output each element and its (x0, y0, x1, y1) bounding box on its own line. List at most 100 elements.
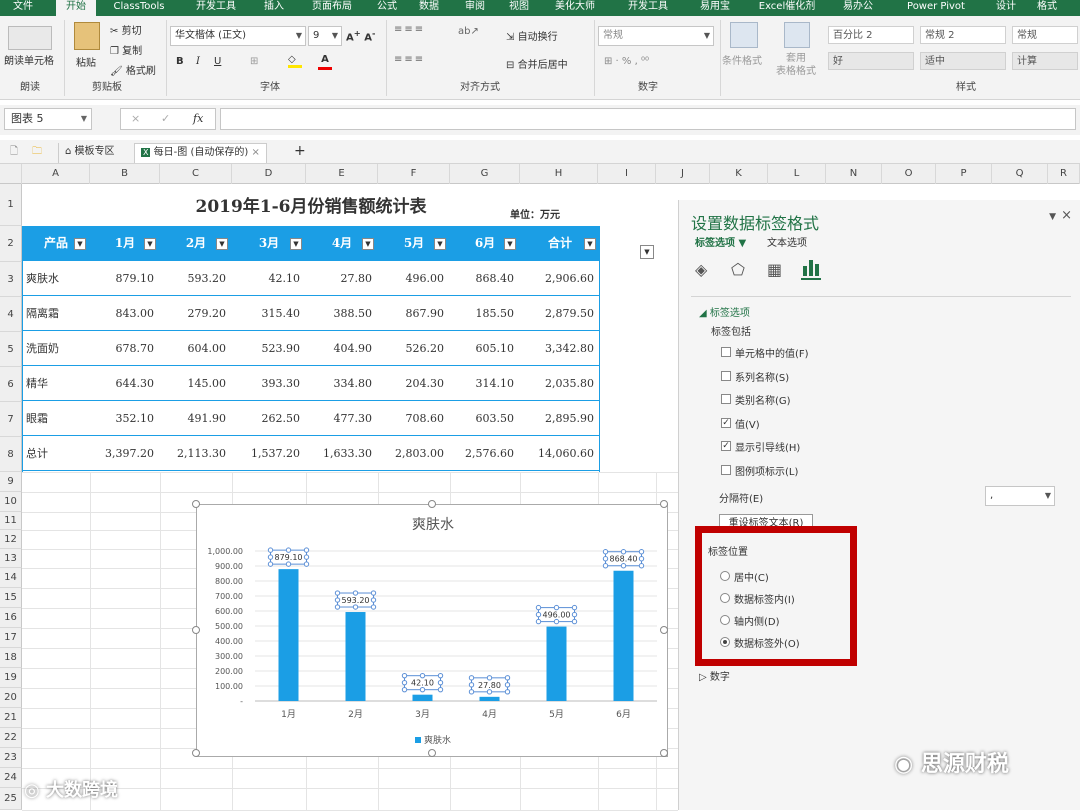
percent-icon[interactable]: ⊞ · % , ⁰⁰ (604, 56, 649, 67)
value-cell[interactable]: 1,537.20 (232, 436, 306, 471)
grow-font-icon[interactable]: A+ A- (346, 28, 375, 43)
value-cell[interactable]: 352.10 (90, 401, 160, 436)
tab-label-options[interactable]: 标签选项 ▼ (695, 234, 746, 249)
value-cell[interactable]: 279.20 (160, 296, 232, 331)
value-cell[interactable]: 2,113.30 (160, 436, 232, 471)
column-header[interactable]: N (826, 164, 882, 184)
paste-icon[interactable] (74, 22, 100, 50)
column-header[interactable]: A (22, 164, 90, 184)
underline-icon[interactable]: U (214, 56, 221, 67)
ribbon-tab[interactable]: 审阅 (458, 0, 492, 16)
value-cell[interactable]: 603.50 (450, 401, 520, 436)
orientation-icon[interactable]: ab↗ (458, 26, 479, 37)
value-cell[interactable]: 477.30 (306, 401, 378, 436)
row-header[interactable]: 3 (0, 262, 22, 297)
row-header[interactable]: 1 (0, 184, 22, 226)
checkbox[interactable] (721, 394, 731, 404)
ribbon-tab[interactable]: 开发工具 (186, 0, 246, 16)
read-cell-button[interactable]: 朗读单元格 (4, 52, 54, 67)
value-cell[interactable]: 3,342.80 (520, 331, 600, 366)
fill-line-icon[interactable]: ◈ (695, 260, 707, 279)
radio-button[interactable] (720, 571, 730, 581)
value-cell[interactable]: 27.80 (306, 261, 378, 296)
new-file-icon[interactable]: 🗋 (4, 143, 24, 163)
filter-dropdown-icon[interactable]: ▼ (216, 238, 228, 250)
radio-button[interactable] (720, 593, 730, 603)
ribbon-tab[interactable]: 开始 (56, 0, 96, 16)
fill-color-icon[interactable]: ◇ (288, 54, 302, 68)
formula-input[interactable] (220, 108, 1076, 130)
row-header[interactable]: 10 (0, 492, 22, 512)
value-cell[interactable]: 496.00 (378, 261, 450, 296)
separator-select[interactable]: , ▼ (985, 486, 1055, 506)
ribbon-tab[interactable]: 格式 (1030, 0, 1064, 16)
value-cell[interactable]: 879.10 (90, 261, 160, 296)
value-cell[interactable]: 523.90 (232, 331, 306, 366)
filter-dropdown-icon[interactable]: ▼ (584, 238, 596, 250)
column-header[interactable]: E (306, 164, 378, 184)
value-cell[interactable]: 2,576.60 (450, 436, 520, 471)
value-cell[interactable]: 314.10 (450, 366, 520, 401)
confirm-icon[interactable]: ✓ (161, 112, 170, 125)
column-header[interactable]: B (90, 164, 160, 184)
font-color-icon[interactable]: A (318, 54, 332, 70)
style-cell[interactable]: 适中 (920, 52, 1006, 70)
row-header[interactable]: 20 (0, 688, 22, 708)
column-header[interactable]: K (710, 164, 768, 184)
row-header[interactable]: 12 (0, 530, 22, 549)
ribbon-tab[interactable]: 页面布局 (300, 0, 364, 16)
column-header[interactable]: Q (992, 164, 1048, 184)
checkbox[interactable]: ✓ (721, 441, 731, 451)
radio-option[interactable]: 居中(C) (720, 569, 769, 584)
conditional-format-button[interactable]: 条件格式 (722, 52, 762, 67)
cut-button[interactable]: ✂ 剪切 (110, 22, 142, 37)
style-cell[interactable]: 计算 (1012, 52, 1078, 70)
ribbon-tab[interactable]: 设计 (990, 0, 1022, 16)
font-name-select[interactable]: 华文楷体 (正文) ▼ (170, 26, 306, 46)
value-cell[interactable]: 843.00 (90, 296, 160, 331)
label-options-icon[interactable] (801, 260, 821, 280)
value-cell[interactable]: 14,060.60 (520, 436, 600, 471)
row-header[interactable]: 19 (0, 668, 22, 688)
checkbox[interactable]: ✓ (721, 417, 731, 428)
table-format-icon[interactable] (784, 22, 810, 48)
resize-handle[interactable] (192, 749, 200, 757)
ribbon-tab[interactable]: 开发工具 (616, 0, 680, 16)
value-cell[interactable]: 604.00 (160, 331, 232, 366)
row-label-cell[interactable]: 爽肤水 (22, 261, 90, 296)
row-header[interactable]: 4 (0, 297, 22, 332)
ribbon-tab[interactable]: 易办公 (836, 0, 880, 16)
row-header[interactable]: 8 (0, 437, 22, 472)
row-header[interactable]: 6 (0, 367, 22, 402)
value-cell[interactable]: 593.20 (160, 261, 232, 296)
row-header[interactable]: 24 (0, 768, 22, 788)
value-cell[interactable]: 2,906.60 (520, 261, 600, 296)
radio-option[interactable]: 数据标签外(O) (720, 635, 800, 650)
checkbox-option[interactable]: 系列名称(S) (721, 369, 789, 384)
row-header[interactable]: 22 (0, 728, 22, 748)
row-label-cell[interactable]: 隔离霜 (22, 296, 90, 331)
row-header[interactable]: 5 (0, 332, 22, 367)
row-header[interactable]: 23 (0, 748, 22, 768)
row-header[interactable]: 13 (0, 549, 22, 568)
align-top-icon[interactable]: ≡≡≡ (394, 24, 450, 44)
ribbon-tab[interactable]: Power Pivot (894, 0, 978, 16)
value-cell[interactable]: 393.30 (232, 366, 306, 401)
ribbon-tab[interactable]: ClassTools (104, 0, 174, 16)
column-header[interactable]: I (598, 164, 656, 184)
value-cell[interactable]: 2,035.80 (520, 366, 600, 401)
style-cell[interactable]: 好 (828, 52, 914, 70)
column-header[interactable]: J (656, 164, 710, 184)
font-size-select[interactable]: 9 ▼ (308, 26, 342, 46)
value-cell[interactable]: 2,879.50 (520, 296, 600, 331)
tab-text-options[interactable]: 文本选项 (767, 234, 807, 249)
copy-button[interactable]: ❐ 复制 (110, 42, 142, 57)
resize-handle[interactable] (660, 626, 668, 634)
column-header[interactable]: G (450, 164, 520, 184)
value-cell[interactable]: 42.10 (232, 261, 306, 296)
format-painter-button[interactable]: 🖌 格式刷 (110, 62, 156, 77)
ribbon-tab[interactable]: 插入 (258, 0, 290, 16)
chart-area[interactable]: 爽肤水 1,000.00 900.00 800.00 700.00 600.00 500.0… (192, 500, 668, 757)
effects-icon[interactable]: ⬠ (731, 260, 745, 279)
value-cell[interactable]: 867.90 (378, 296, 450, 331)
